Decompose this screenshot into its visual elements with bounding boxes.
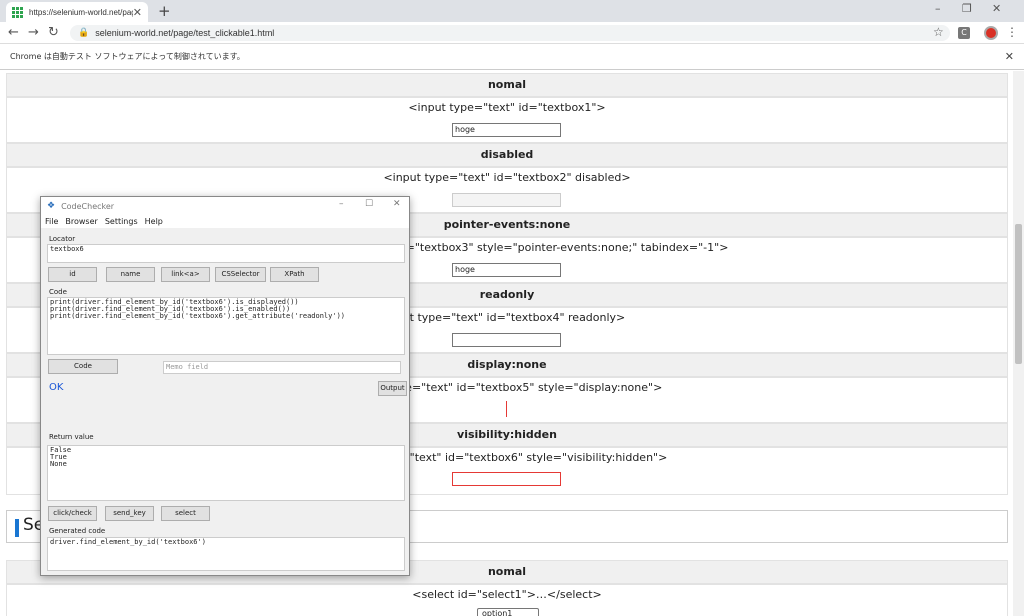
minimize-icon[interactable]: –	[935, 2, 941, 15]
cc-maximize-icon[interactable]: ☐	[365, 199, 373, 209]
section-description: <input type="text" id="textbox2" disable…	[383, 171, 631, 184]
cssselector-button[interactable]: CSSelector	[215, 267, 266, 282]
extension-icon[interactable]: C	[958, 27, 970, 39]
xpath-button[interactable]: XPath	[270, 267, 319, 282]
locator-input[interactable]: textbox6	[47, 244, 405, 263]
back-arrow-icon[interactable]: ←	[8, 25, 19, 40]
textbox3-input: hoge	[452, 263, 561, 277]
toolbar: ← → ↻ 🔒 selenium-world.net/page/test_cli…	[0, 22, 1024, 44]
reload-icon[interactable]: ↻	[48, 25, 59, 40]
highlight-marker	[506, 401, 507, 417]
page-scrollbar[interactable]	[1013, 71, 1024, 616]
code-textarea[interactable]: print(driver.find_element_by_id('textbox…	[47, 297, 405, 355]
url-text: selenium-world.net/page/test_clickable1.…	[95, 28, 275, 38]
feather-icon: ❖	[47, 201, 56, 211]
id-button[interactable]: id	[48, 267, 97, 282]
tab-close-icon[interactable]: ✕	[133, 6, 142, 19]
section-accent-bar	[15, 519, 19, 537]
textbox2-input	[452, 193, 561, 207]
profile-avatar-icon[interactable]	[984, 26, 998, 40]
menu-browser[interactable]: Browser	[65, 217, 97, 226]
select-button[interactable]: select	[161, 506, 210, 521]
codechecker-title: CodeChecker	[61, 201, 115, 211]
codechecker-titlebar[interactable]: ❖ CodeChecker – ☐ ✕	[41, 197, 409, 215]
cc-close-icon[interactable]: ✕	[393, 199, 401, 209]
menu-help[interactable]: Help	[145, 217, 163, 226]
address-bar[interactable]: 🔒 selenium-world.net/page/test_clickable…	[70, 25, 950, 41]
generated-code-label: Generated code	[49, 527, 106, 535]
tab-title: https://selenium-world.net/page	[29, 7, 133, 17]
codechecker-menubar: File Browser Settings Help	[41, 215, 409, 228]
forward-arrow-icon[interactable]: →	[28, 25, 39, 40]
tab-strip: https://selenium-world.net/page ✕ + – ❐ …	[0, 0, 1024, 22]
infobar-close-icon[interactable]: ✕	[1005, 50, 1014, 63]
menu-settings[interactable]: Settings	[105, 217, 138, 226]
return-value-label: Return value	[49, 433, 94, 441]
memo-field[interactable]: Memo field	[163, 361, 401, 374]
status-text: OK	[49, 382, 64, 393]
click-check-button[interactable]: click/check	[48, 506, 97, 521]
automation-infobar: Chrome は自動テスト ソフトウェアによって制御されています。 ✕	[0, 44, 1024, 70]
textbox1-input[interactable]: hoge	[452, 123, 561, 137]
section-heading: nomal	[6, 73, 1008, 97]
textbox6-highlight	[452, 472, 561, 486]
generated-code-textarea[interactable]: driver.find_element_by_id('textbox6')	[47, 537, 405, 571]
send-key-button[interactable]: send_key	[105, 506, 154, 521]
locator-label: Locator	[49, 235, 76, 243]
automation-notice: Chrome は自動テスト ソフトウェアによって制御されています。	[10, 52, 245, 61]
site-favicon-icon	[12, 6, 23, 18]
codechecker-window: ❖ CodeChecker – ☐ ✕ File Browser Setting…	[40, 196, 410, 576]
return-value-textarea[interactable]: False True None	[47, 445, 405, 501]
window-close-icon[interactable]: ✕	[992, 2, 1001, 15]
section-description: <input type="text" id="textbox1">	[408, 101, 606, 114]
menu-file[interactable]: File	[45, 217, 58, 226]
restore-icon[interactable]: ❐	[962, 2, 972, 15]
code-button[interactable]: Code	[48, 359, 118, 374]
name-button[interactable]: name	[106, 267, 155, 282]
new-tab-button[interactable]: +	[158, 2, 171, 20]
output-button[interactable]: Output	[378, 381, 407, 396]
lock-icon: 🔒	[78, 28, 90, 38]
code-label: Code	[49, 288, 67, 296]
cc-minimize-icon[interactable]: –	[339, 199, 344, 209]
link-button[interactable]: link<a>	[161, 267, 210, 282]
section-heading: disabled	[6, 143, 1008, 167]
scrollbar-thumb[interactable]	[1015, 224, 1022, 364]
section-description: <select id="select1">…</select>	[412, 588, 602, 601]
menu-kebab-icon[interactable]: ⋮	[1006, 25, 1018, 39]
browser-tab[interactable]: https://selenium-world.net/page ✕	[6, 2, 148, 22]
bookmark-star-icon[interactable]: ☆	[933, 25, 944, 39]
textbox4-input[interactable]	[452, 333, 561, 347]
select1-dropdown[interactable]: option1	[477, 608, 539, 616]
